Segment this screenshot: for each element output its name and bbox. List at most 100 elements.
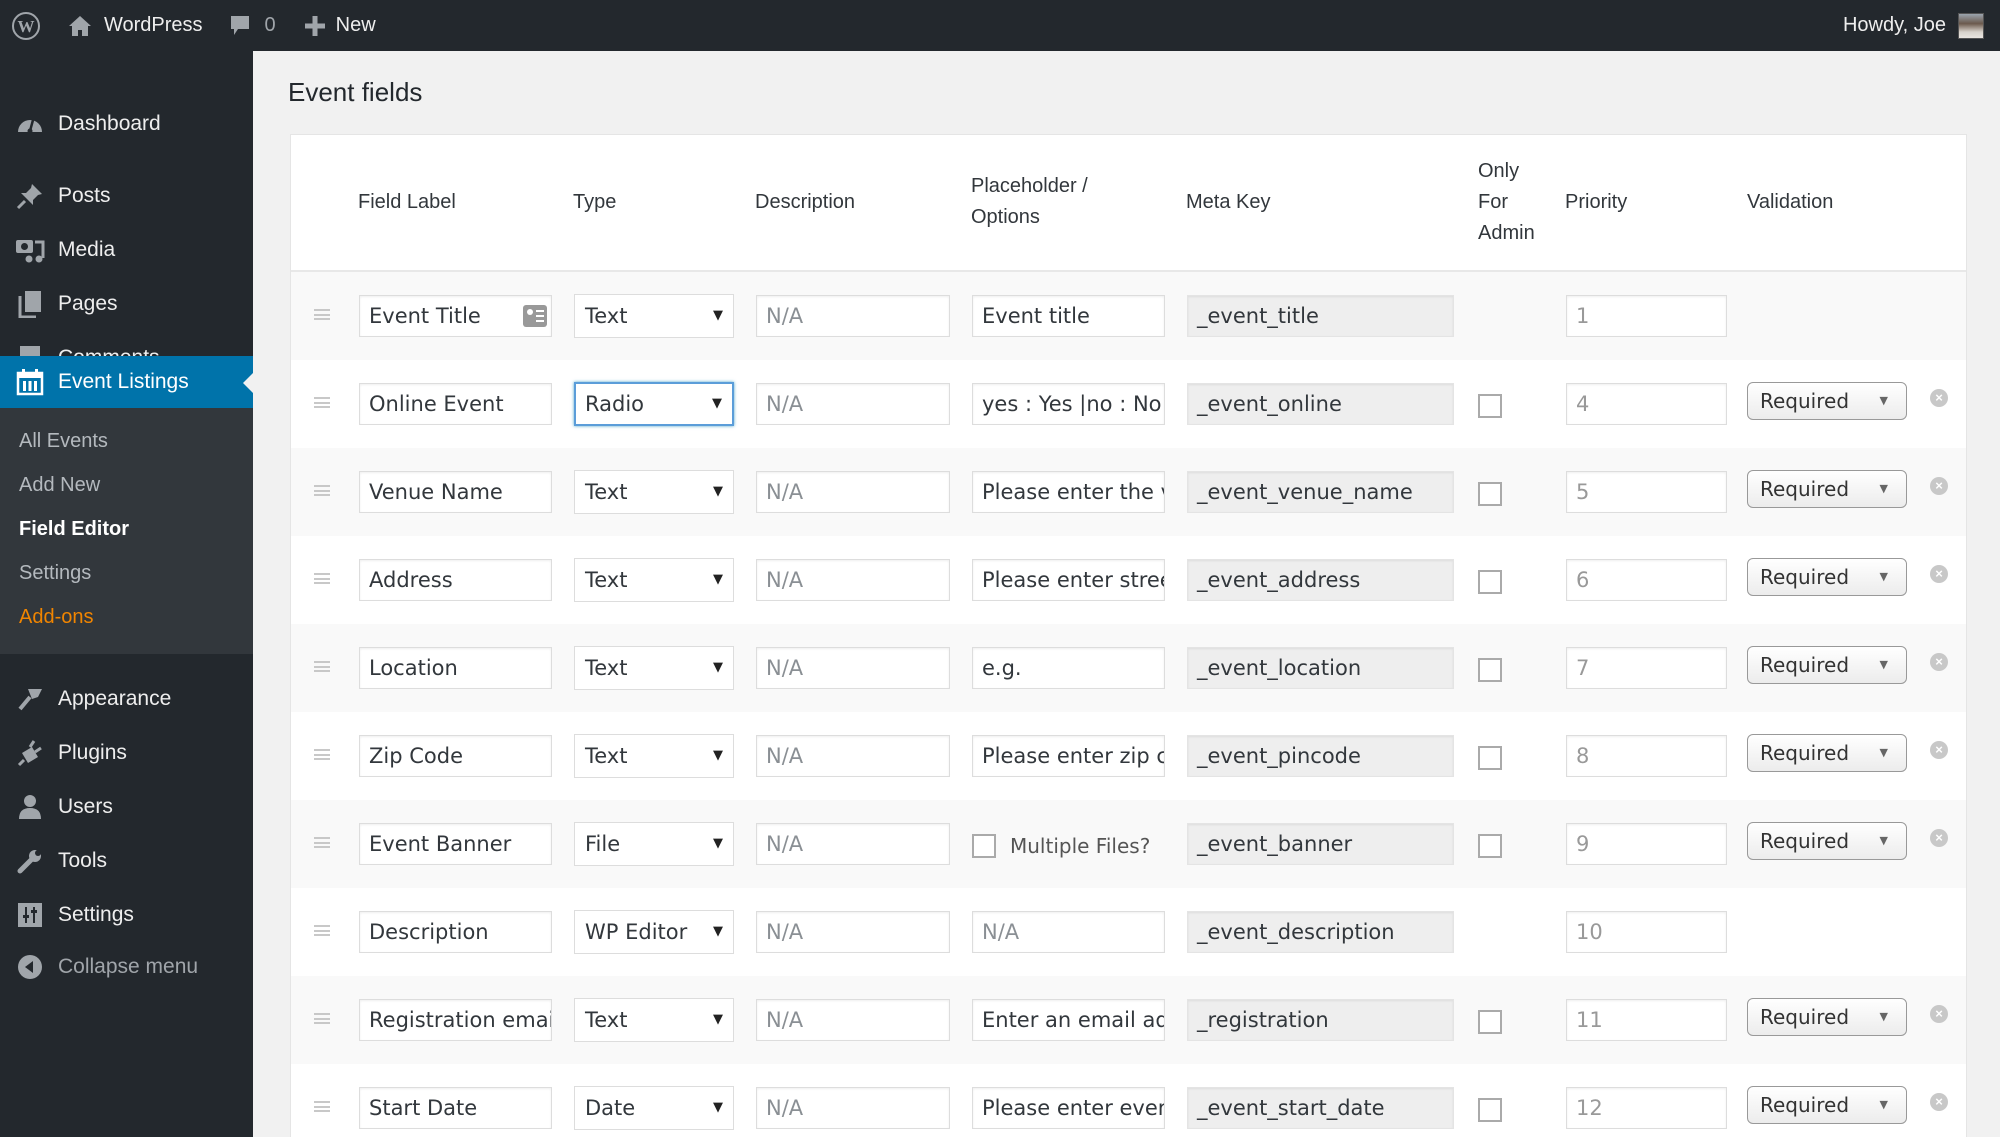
field-label-input[interactable]: Online Event [359, 383, 552, 425]
field-label-input[interactable]: Event Banner [359, 823, 552, 865]
description-input[interactable]: N/A [756, 1087, 950, 1129]
only-for-admin-checkbox[interactable] [1478, 658, 1502, 682]
validation-select[interactable]: Required ▼ [1747, 646, 1907, 684]
field-label-input[interactable]: Description [359, 911, 552, 953]
remove-field-icon[interactable]: × [1930, 389, 1948, 407]
priority-input[interactable]: 5 [1566, 471, 1727, 513]
field-type-select[interactable]: Text ▼ [574, 646, 734, 690]
sidebar-item-plugins[interactable]: Plugins [0, 726, 253, 780]
description-input[interactable]: N/A [756, 647, 950, 689]
new-content-link[interactable]: New [304, 0, 376, 51]
field-type-select[interactable]: Date ▼ [574, 1086, 734, 1130]
field-label-input[interactable]: Location [359, 647, 552, 689]
field-label-input[interactable]: Start Date [359, 1087, 552, 1129]
priority-input[interactable]: 7 [1566, 647, 1727, 689]
remove-field-icon[interactable]: × [1930, 565, 1948, 583]
sidebar-item-users[interactable]: Users [0, 780, 253, 834]
meta-key-input[interactable]: _event_address [1187, 559, 1454, 601]
remove-field-icon[interactable]: × [1930, 741, 1948, 759]
placeholder-input[interactable]: yes : Yes |no : No [972, 383, 1165, 425]
description-input[interactable]: N/A [756, 999, 950, 1041]
field-type-select[interactable]: Text ▼ [574, 998, 734, 1042]
placeholder-input[interactable]: Please enter the venue [972, 471, 1165, 513]
placeholder-input[interactable]: Event title [972, 295, 1165, 337]
validation-select[interactable]: Required ▼ [1747, 1086, 1907, 1124]
description-input[interactable]: N/A [756, 911, 950, 953]
only-for-admin-checkbox[interactable] [1478, 482, 1502, 506]
submenu-add-ons[interactable]: Add-ons [19, 606, 94, 629]
description-input[interactable]: N/A [756, 559, 950, 601]
drag-handle-icon[interactable] [314, 661, 330, 672]
submenu-all-events[interactable]: All Events [19, 430, 108, 453]
field-label-input[interactable]: Zip Code [359, 735, 552, 777]
meta-key-input[interactable]: _event_banner [1187, 823, 1454, 865]
field-type-select[interactable]: Radio ▼ [574, 382, 734, 426]
placeholder-input[interactable]: Please enter event [972, 1087, 1165, 1129]
field-type-select[interactable]: Text ▼ [574, 558, 734, 602]
validation-select[interactable]: Required ▼ [1747, 822, 1907, 860]
validation-select[interactable]: Required ▼ [1747, 558, 1907, 596]
priority-input[interactable]: 1 [1566, 295, 1727, 337]
field-label-input[interactable]: Venue Name [359, 471, 552, 513]
description-input[interactable]: N/A [756, 383, 950, 425]
meta-key-input[interactable]: _event_description [1187, 911, 1454, 953]
submenu-settings[interactable]: Settings [19, 562, 91, 585]
description-input[interactable]: N/A [756, 823, 950, 865]
field-label-input[interactable]: Registration email [359, 999, 552, 1041]
drag-handle-icon[interactable] [314, 1013, 330, 1024]
validation-select[interactable]: Required ▼ [1747, 382, 1907, 420]
sidebar-item-settings[interactable]: Settings [0, 888, 253, 942]
drag-handle-icon[interactable] [314, 1101, 330, 1112]
meta-key-input[interactable]: _event_venue_name [1187, 471, 1454, 513]
meta-key-input[interactable]: _event_start_date [1187, 1087, 1454, 1129]
validation-select[interactable]: Required ▼ [1747, 734, 1907, 772]
placeholder-input[interactable]: Enter an email address [972, 999, 1165, 1041]
field-type-select[interactable]: WP Editor ▼ [574, 910, 734, 954]
remove-field-icon[interactable]: × [1930, 1005, 1948, 1023]
priority-input[interactable]: 12 [1566, 1087, 1727, 1129]
submenu-add-new[interactable]: Add New [19, 474, 100, 497]
drag-handle-icon[interactable] [314, 309, 330, 320]
drag-handle-icon[interactable] [314, 925, 330, 936]
multiple-files-option[interactable]: Multiple Files? [972, 834, 1150, 858]
validation-select[interactable]: Required ▼ [1747, 470, 1907, 508]
drag-handle-icon[interactable] [314, 749, 330, 760]
priority-input[interactable]: 4 [1566, 383, 1727, 425]
sidebar-item-media[interactable]: Media [0, 223, 253, 277]
remove-field-icon[interactable]: × [1930, 477, 1948, 495]
remove-field-icon[interactable]: × [1930, 653, 1948, 671]
meta-key-input[interactable]: _registration [1187, 999, 1454, 1041]
priority-input[interactable]: 11 [1566, 999, 1727, 1041]
remove-field-icon[interactable]: × [1930, 829, 1948, 847]
field-label-input[interactable]: Event Title [359, 295, 552, 337]
placeholder-input[interactable]: N/A [972, 911, 1165, 953]
only-for-admin-checkbox[interactable] [1478, 834, 1502, 858]
field-type-select[interactable]: Text ▼ [574, 294, 734, 338]
sidebar-item-appearance[interactable]: Appearance [0, 672, 253, 726]
meta-key-input[interactable]: _event_pincode [1187, 735, 1454, 777]
drag-handle-icon[interactable] [314, 837, 330, 848]
sidebar-item-event-listings[interactable]: Event Listings [0, 356, 253, 408]
meta-key-input[interactable]: _event_online [1187, 383, 1454, 425]
meta-key-input[interactable]: _event_title [1187, 295, 1454, 337]
comments-link[interactable]: 0 [229, 0, 276, 51]
collapse-menu-button[interactable]: Collapse menu [0, 940, 253, 994]
description-input[interactable]: N/A [756, 295, 950, 337]
account-menu[interactable]: Howdy, Joe [1843, 0, 1984, 51]
priority-input[interactable]: 9 [1566, 823, 1727, 865]
site-name-link[interactable]: WordPress [52, 0, 203, 51]
meta-key-input[interactable]: _event_location [1187, 647, 1454, 689]
field-type-select[interactable]: Text ▼ [574, 470, 734, 514]
placeholder-input[interactable]: Please enter street [972, 559, 1165, 601]
sidebar-item-tools[interactable]: Tools [0, 834, 253, 888]
drag-handle-icon[interactable] [314, 485, 330, 496]
sidebar-item-posts[interactable]: Posts [0, 169, 253, 223]
description-input[interactable]: N/A [756, 471, 950, 513]
field-type-select[interactable]: Text ▼ [574, 734, 734, 778]
drag-handle-icon[interactable] [314, 573, 330, 584]
only-for-admin-checkbox[interactable] [1478, 394, 1502, 418]
only-for-admin-checkbox[interactable] [1478, 1098, 1502, 1122]
sidebar-item-dashboard[interactable]: Dashboard [0, 97, 253, 151]
only-for-admin-checkbox[interactable] [1478, 1010, 1502, 1034]
description-input[interactable]: N/A [756, 735, 950, 777]
